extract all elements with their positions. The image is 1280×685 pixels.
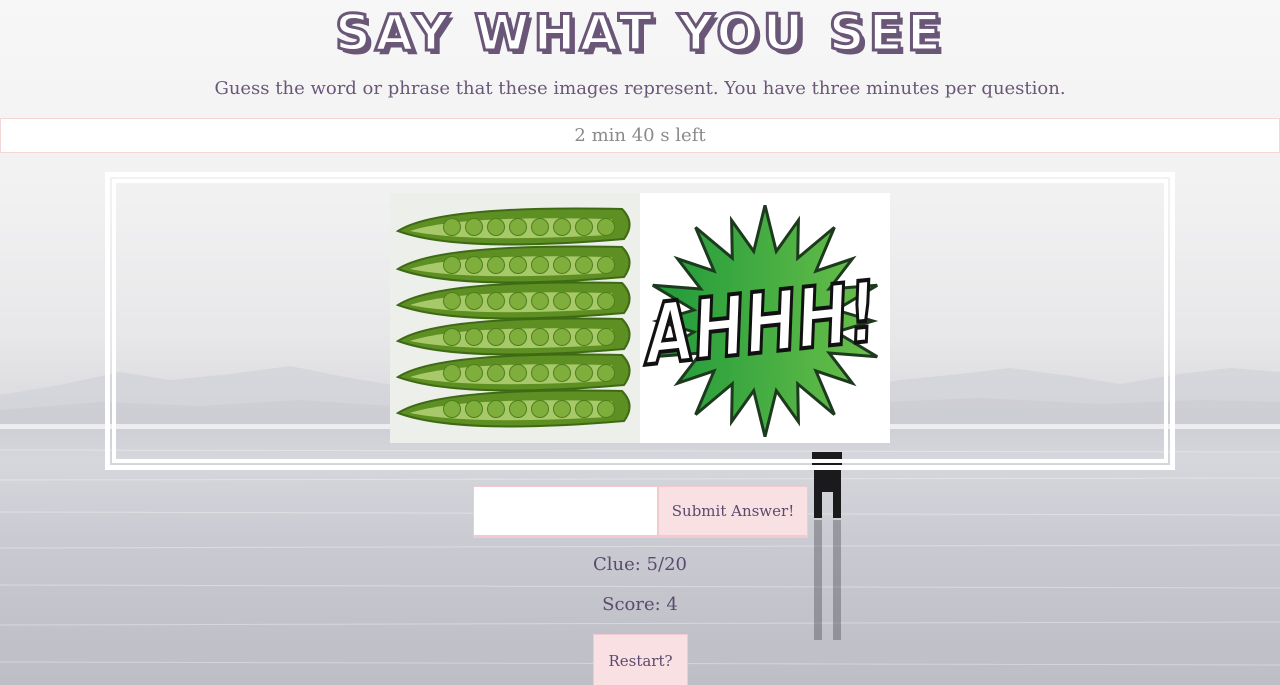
- pea: [531, 218, 549, 236]
- pea: [487, 256, 505, 274]
- pea: [465, 292, 483, 310]
- pea: [509, 364, 527, 382]
- pea: [509, 218, 527, 236]
- pea: [509, 328, 527, 346]
- pea: [465, 328, 483, 346]
- score-display: Score: 4: [602, 594, 678, 615]
- pea: [575, 292, 593, 310]
- pea: [487, 292, 505, 310]
- pea: [443, 256, 461, 274]
- pea: [575, 256, 593, 274]
- page-title: Say What You See: [333, 3, 946, 64]
- pea: [575, 328, 593, 346]
- pea: [443, 400, 461, 418]
- pea: [443, 292, 461, 310]
- pea: [597, 364, 615, 382]
- pea: [465, 364, 483, 382]
- pea: [553, 218, 571, 236]
- pea: [575, 364, 593, 382]
- pea: [597, 256, 615, 274]
- pea: [553, 292, 571, 310]
- pea: [443, 328, 461, 346]
- pea: [553, 364, 571, 382]
- pea: [465, 400, 483, 418]
- countdown-timer: 2 min 40 s left: [0, 118, 1280, 153]
- clue-counter: Clue: 5/20: [593, 554, 687, 575]
- answer-input[interactable]: [473, 486, 658, 538]
- pea: [509, 400, 527, 418]
- pea: [531, 292, 549, 310]
- pea: [443, 364, 461, 382]
- pea: [465, 218, 483, 236]
- pea: [487, 218, 505, 236]
- pea: [553, 328, 571, 346]
- pea: [597, 218, 615, 236]
- pea: [531, 364, 549, 382]
- submit-answer-button[interactable]: Submit Answer!: [658, 486, 808, 538]
- comic-burst-icon: AHHH!: [635, 205, 883, 437]
- pea: [597, 400, 615, 418]
- instructions-text: Guess the word or phrase that these imag…: [214, 78, 1066, 99]
- pea: [487, 400, 505, 418]
- peas-in-pods-image: [390, 193, 640, 443]
- pea: [597, 328, 615, 346]
- burst-text: AHHH!: [640, 264, 881, 385]
- pea: [509, 292, 527, 310]
- ahhh-burst-image: AHHH!: [635, 193, 890, 443]
- pea: [531, 328, 549, 346]
- pea: [597, 292, 615, 310]
- pea: [553, 256, 571, 274]
- pea: [509, 256, 527, 274]
- restart-button[interactable]: Restart?: [593, 634, 688, 685]
- pea: [443, 218, 461, 236]
- pea: [487, 364, 505, 382]
- pea: [553, 400, 571, 418]
- pea: [531, 400, 549, 418]
- pea: [575, 218, 593, 236]
- pea: [487, 328, 505, 346]
- pea: [465, 256, 483, 274]
- peas-pods-icon: [395, 207, 631, 428]
- pea: [531, 256, 549, 274]
- pea: [575, 400, 593, 418]
